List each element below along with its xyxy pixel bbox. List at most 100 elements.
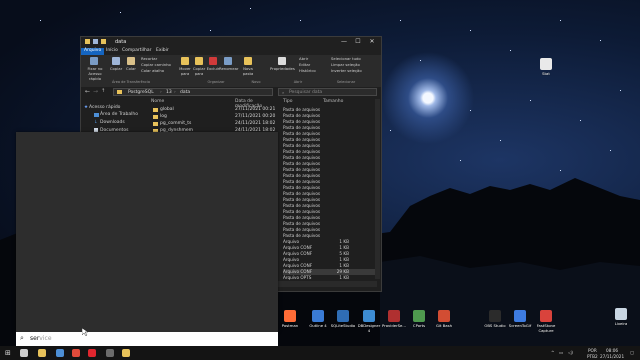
- minimize-button[interactable]: —: [339, 38, 349, 45]
- search-box[interactable]: ⌕ Pesquisar data: [278, 88, 377, 96]
- start-search-bar[interactable]: ⌕ service: [16, 332, 278, 346]
- taskbar-folder-icon[interactable]: [122, 349, 130, 357]
- desktop-icon-stat[interactable]: Stat: [533, 58, 559, 76]
- folder-icon: [153, 115, 158, 119]
- file-size: 29 KB: [336, 269, 349, 274]
- file-type: Pasta de arquivos: [283, 107, 321, 112]
- desktop-icon-label: ProviderSe...: [382, 323, 406, 328]
- vertical-scrollbar[interactable]: [375, 99, 380, 279]
- clock-time[interactable]: 08:06: [606, 348, 618, 353]
- file-type: Pasta de arquivos: [283, 149, 321, 154]
- maximize-button[interactable]: ☐: [353, 38, 363, 45]
- desktop-icon-faststone-capture[interactable]: FastStone Capture: [533, 310, 559, 333]
- file-row[interactable]: global 27/11/2021 00:21: [147, 107, 277, 114]
- new-folder-quick-icon[interactable]: [101, 39, 106, 44]
- new-folder-button[interactable]: Nova pasta: [240, 66, 256, 76]
- rename-button[interactable]: Renomear: [219, 66, 238, 71]
- desktop-icon-sqlitestudio[interactable]: SQLiteStudio: [330, 310, 356, 328]
- nav-downloads[interactable]: Downloads: [100, 120, 125, 125]
- file-size: 1 KB: [339, 275, 349, 280]
- nav-quick-access[interactable]: Acesso rápido: [89, 105, 120, 110]
- file-type: Pasta de arquivos: [283, 179, 321, 184]
- language-indicator[interactable]: POR: [588, 348, 597, 353]
- file-name: pg_commit_ts: [160, 121, 192, 126]
- group-open: Abrir: [293, 80, 303, 84]
- taskbar-file-explorer-icon[interactable]: [38, 349, 46, 357]
- file-row[interactable]: log 27/11/2021 00:20: [147, 114, 277, 121]
- app-icon: [514, 310, 526, 322]
- select-none-button[interactable]: Limpar seleção: [331, 62, 360, 67]
- nav-desktop[interactable]: Área de Trabalho: [100, 112, 138, 117]
- paste-shortcut-button[interactable]: Colar atalho: [141, 68, 164, 73]
- clock-date[interactable]: 27/11/2021: [600, 354, 624, 359]
- desktop-icon-obs-studio[interactable]: OBS Studio: [482, 310, 508, 328]
- file-type: Arquivo CONF: [283, 263, 313, 268]
- edit-button[interactable]: Editar: [299, 62, 310, 67]
- file-type: Arquivo OPTS: [283, 275, 312, 280]
- desktop-icon-cports[interactable]: CPorts: [406, 310, 432, 328]
- tray-chevron-icon[interactable]: ^: [551, 350, 555, 355]
- taskbar-search-icon[interactable]: [20, 349, 28, 357]
- volume-icon[interactable]: ◁): [568, 350, 573, 355]
- tab-file[interactable]: Arquivo: [81, 48, 105, 55]
- title-bar[interactable]: data — ☐ ✕: [81, 37, 381, 47]
- paste-button[interactable]: Colar: [123, 66, 139, 71]
- file-type: Arquivo CONF: [283, 269, 313, 274]
- desktop-icon-outline-4[interactable]: Outline 4: [305, 310, 331, 328]
- select-all-button[interactable]: Selecionar tudo: [331, 56, 361, 61]
- desktop-icon-git-bash[interactable]: Git Bash: [431, 310, 457, 328]
- file-size: 1 KB: [339, 239, 349, 244]
- search-input[interactable]: service: [30, 335, 52, 342]
- tab-share[interactable]: Compartilhar: [119, 48, 154, 55]
- windows-start-icon[interactable]: ⊞: [5, 349, 11, 357]
- notification-icon[interactable]: ▢: [630, 350, 634, 355]
- desktop-icon: [94, 113, 99, 117]
- star-icon: ★: [84, 105, 89, 110]
- history-button[interactable]: Histórico: [299, 68, 316, 73]
- breadcrumb-data[interactable]: data: [180, 90, 190, 95]
- invert-selection-button[interactable]: Inverter seleção: [331, 68, 362, 73]
- column-name[interactable]: Nome: [151, 99, 164, 104]
- forward-icon[interactable]: →: [93, 88, 98, 95]
- file-type: Pasta de arquivos: [283, 167, 321, 172]
- app-icon: [438, 310, 450, 322]
- network-icon[interactable]: ▭: [559, 350, 563, 355]
- desktop-icon-dbdesigner-4[interactable]: DBDesigner 4: [356, 310, 382, 333]
- file-type: Pasta de arquivos: [283, 125, 321, 130]
- horizontal-scrollbar[interactable]: [277, 281, 377, 287]
- desktop-icon-postman[interactable]: Postman: [277, 310, 303, 328]
- taskbar-mail-icon[interactable]: [56, 349, 64, 357]
- up-icon[interactable]: ↑: [101, 88, 105, 94]
- taskbar-chrome-icon[interactable]: [72, 349, 80, 357]
- desktop-icon-label: OBS Studio: [484, 323, 506, 328]
- keyboard-layout[interactable]: PTB2: [587, 354, 598, 359]
- file-type: Pasta de arquivos: [283, 215, 321, 220]
- address-bar[interactable]: PostgreSQL › 13 › data: [113, 88, 273, 96]
- breadcrumb-13[interactable]: 13: [166, 90, 172, 95]
- properties-quick-icon[interactable]: [93, 39, 98, 44]
- file-row[interactable]: pg_commit_ts 24/11/2021 18:02: [147, 121, 277, 128]
- file-type: Pasta de arquivos: [283, 221, 321, 226]
- column-type[interactable]: Tipo: [283, 99, 292, 104]
- desktop-icon-label: FastStone Capture: [536, 323, 556, 333]
- properties-button[interactable]: Propriedades: [270, 66, 295, 71]
- tab-view[interactable]: Exibir: [153, 48, 172, 55]
- file-size: 5 KB: [339, 251, 349, 256]
- taskbar-opera-icon[interactable]: [88, 349, 96, 357]
- back-icon[interactable]: ←: [85, 88, 90, 95]
- desktop-icon-providerse[interactable]: ProviderSe...: [381, 310, 407, 328]
- cut-button[interactable]: Recortar: [141, 56, 157, 61]
- desktop-icon-lixeira[interactable]: Lixeira: [608, 308, 634, 326]
- search-placeholder: Pesquisar data: [289, 90, 323, 95]
- breadcrumb-postgresql[interactable]: PostgreSQL: [128, 90, 154, 95]
- copy-button[interactable]: Copiar: [108, 66, 124, 71]
- column-size[interactable]: Tamanho: [323, 99, 343, 104]
- close-button[interactable]: ✕: [367, 38, 377, 45]
- taskbar-terminal-icon[interactable]: [106, 349, 114, 357]
- copy-path-button[interactable]: Copiar caminho: [141, 62, 171, 67]
- file-type: Arquivo CONF: [283, 251, 313, 256]
- open-button[interactable]: Abrir: [299, 56, 308, 61]
- group-clipboard: Área de Transferência: [111, 80, 151, 84]
- pin-button[interactable]: Fixar no Acesso rápido: [83, 66, 107, 81]
- desktop-icon-screentogif[interactable]: ScreenToGif: [507, 310, 533, 328]
